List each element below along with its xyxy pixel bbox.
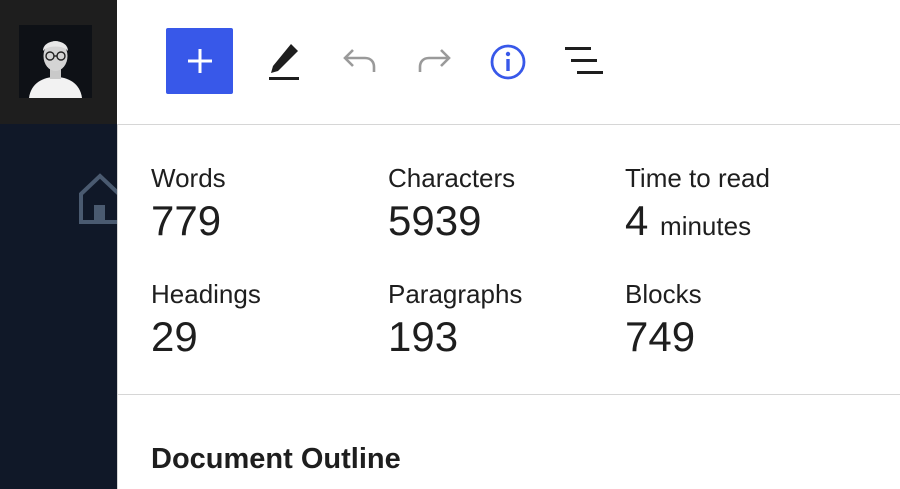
add-block-button[interactable] (166, 28, 233, 94)
user-avatar (19, 25, 92, 98)
details-button[interactable] (489, 43, 527, 81)
time-to-read-stat: Time to read 4 minutes (625, 163, 770, 250)
document-info-panel: Words 779 Characters 5939 Time to read 4… (117, 124, 900, 489)
words-stat: Words 779 (151, 163, 226, 245)
words-value: 779 (151, 197, 222, 244)
redo-button[interactable] (415, 46, 453, 78)
paragraphs-label: Paragraphs (388, 279, 523, 309)
list-view-icon (565, 47, 603, 74)
home-icon[interactable] (78, 172, 121, 229)
paragraphs-value: 193 (388, 313, 459, 360)
headings-label: Headings (151, 279, 261, 309)
time-to-read-value: 4 (625, 197, 649, 244)
document-outline-heading: Document Outline (151, 443, 401, 475)
characters-label: Characters (388, 163, 516, 193)
blocks-value: 749 (625, 313, 696, 360)
list-view-button[interactable] (563, 44, 603, 78)
blocks-stat: Blocks 749 (625, 279, 702, 361)
tools-button[interactable] (265, 40, 305, 84)
avatar[interactable] (19, 25, 92, 98)
plus-icon (187, 49, 212, 73)
characters-stat: Characters 5939 (388, 163, 515, 245)
divider (118, 394, 900, 395)
editor-toolbar (117, 0, 900, 124)
time-to-read-label: Time to read (625, 163, 770, 193)
headings-stat: Headings 29 (151, 279, 261, 361)
paragraphs-stat: Paragraphs 193 (388, 279, 522, 361)
words-label: Words (151, 163, 226, 193)
time-to-read-unit: minutes (660, 211, 752, 241)
characters-value: 5939 (388, 197, 482, 244)
redo-icon (418, 49, 451, 72)
pencil-icon (269, 44, 299, 80)
sidebar-header (0, 0, 117, 124)
blocks-label: Blocks (625, 279, 702, 309)
undo-icon (343, 49, 376, 72)
undo-button[interactable] (341, 46, 379, 78)
info-icon (490, 44, 526, 80)
headings-value: 29 (151, 313, 198, 360)
